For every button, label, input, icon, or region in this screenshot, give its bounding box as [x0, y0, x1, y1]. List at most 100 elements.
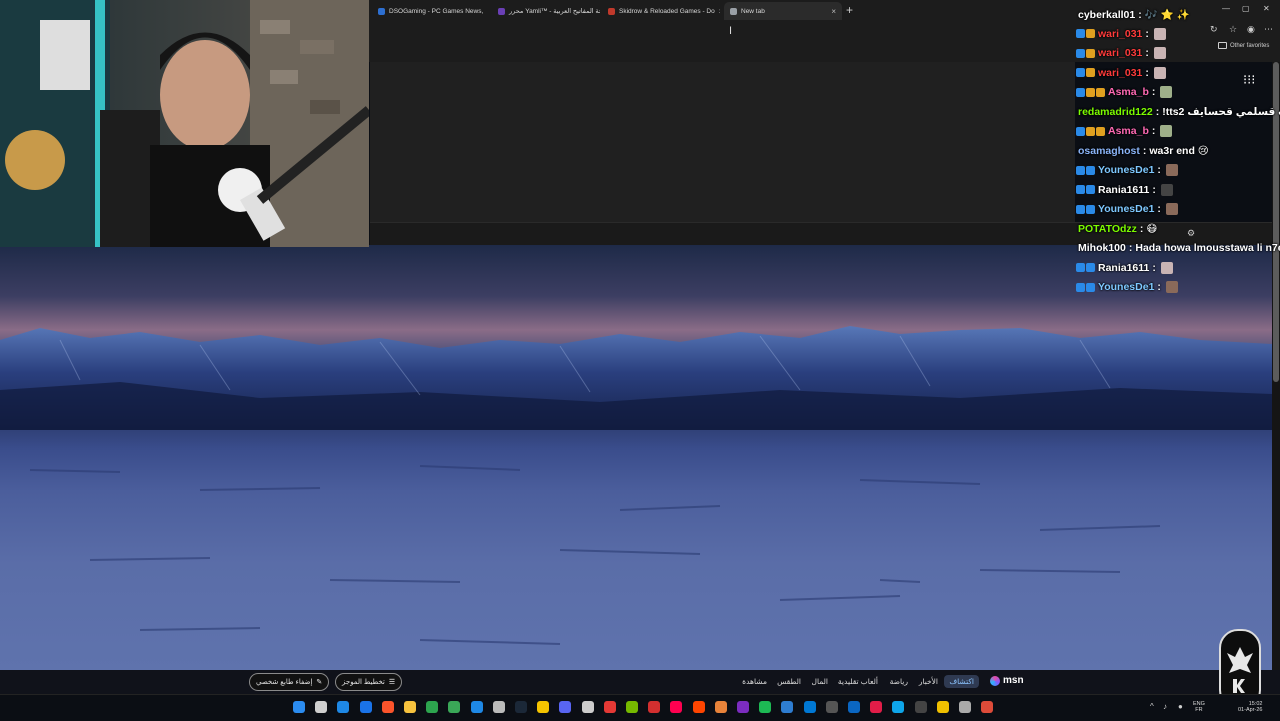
tab-title: DSOGaming - PC Games News, Sc [389, 7, 484, 15]
tab-title: Skidrow & Reloaded Games - Do [619, 7, 715, 15]
taskbar-app-icon[interactable] [470, 701, 483, 713]
taskbar-app-icon[interactable] [981, 701, 994, 713]
msn-category-tab[interactable]: الأخبار [919, 677, 938, 686]
browser-tab[interactable]: New tab × [724, 2, 842, 20]
personalize-label: إضفاء طابع شخصي [256, 679, 313, 686]
taskbar-app-icon[interactable] [914, 701, 927, 713]
taskbar-app-icon[interactable] [825, 701, 838, 713]
chat-username[interactable]: Asma_b [1108, 125, 1149, 137]
chat-message: wari_031: [1076, 47, 1166, 59]
tab-favicon-icon [730, 7, 737, 15]
chat-message: cyberkall01: 🎶 ⭐ ✨ [1076, 8, 1190, 22]
msn-logo[interactable]: msn [990, 675, 1024, 686]
volume-icon[interactable]: ♪ [1163, 702, 1167, 711]
browser-tab[interactable]: Skidrow & Reloaded Games - Do× [602, 2, 720, 20]
frozen-lake [29, 465, 1161, 645]
chat-badge-icon [1086, 282, 1095, 292]
taskbar-app-icon[interactable] [737, 701, 749, 713]
chat-username[interactable]: osamaghost [1078, 145, 1140, 157]
msn-category-tab[interactable]: المال [812, 677, 828, 686]
taskbar-app-icon[interactable] [714, 701, 727, 713]
taskbar-app-icon[interactable] [692, 701, 705, 713]
chat-emote-icon [1160, 125, 1173, 137]
taskbar-app-icon[interactable] [426, 701, 439, 713]
taskbar-app-icon[interactable] [759, 701, 772, 713]
chat-message: wari_031: [1076, 27, 1166, 40]
browser-tab[interactable]: DSOGaming - PC Games News, Sc× [372, 2, 484, 20]
chat-emote-icon [1160, 261, 1173, 274]
tab-favicon-icon [498, 7, 505, 15]
search-icon[interactable] [315, 701, 328, 713]
taskbar-app-icon[interactable] [848, 701, 860, 713]
taskbar-app-icon[interactable] [936, 701, 949, 713]
chat-message: YounesDe1: [1076, 203, 1178, 215]
chat-username[interactable]: POTATOdzz [1078, 223, 1137, 235]
taskbar-app-icon[interactable] [492, 701, 505, 713]
chat-separator: : [1151, 86, 1156, 98]
tab-close-icon[interactable]: × [827, 7, 836, 16]
chat-username[interactable]: redamadrid122 [1078, 106, 1153, 118]
taskbar-app-icon[interactable] [626, 701, 638, 713]
msn-category-tab[interactable]: الطقس [777, 677, 801, 686]
taskbar-app-icon[interactable] [537, 701, 550, 713]
chat-message: YounesDe1: [1076, 164, 1178, 176]
language-indicator[interactable]: ENG FR [1193, 701, 1205, 713]
chat-username[interactable]: wari_031 [1098, 47, 1142, 59]
chat-username[interactable]: wari_031 [1098, 28, 1142, 40]
msn-feed-bar [0, 670, 1280, 694]
chat-badge-icon [1076, 204, 1085, 214]
taskbar-app-icon[interactable] [870, 701, 883, 713]
new-tab-button[interactable]: + [846, 3, 853, 17]
chat-username[interactable]: YounesDe1 [1098, 281, 1154, 293]
system-clock[interactable]: 15:02 01-Apr-26 [1238, 701, 1262, 713]
tab-close-icon[interactable]: × [715, 7, 720, 16]
address-bar[interactable] [370, 22, 1075, 38]
chat-separator: : [1155, 105, 1160, 118]
chat-username[interactable]: Rania1611 [1098, 262, 1149, 274]
taskbar-app-icon[interactable] [337, 701, 350, 713]
taskbar-app-icon[interactable] [892, 701, 905, 713]
chat-username[interactable]: Asma_b [1108, 86, 1149, 98]
chat-badge-icon [1076, 68, 1085, 77]
taskbar-app-icon[interactable] [515, 701, 527, 713]
msn-category-tab[interactable]: اكتشاف [944, 675, 979, 688]
chat-badge-icon [1086, 87, 1095, 97]
taskbar-app-icon[interactable] [559, 701, 572, 713]
chat-username[interactable]: wari_031 [1098, 67, 1142, 79]
msn-category-tab[interactable]: مشاهدة [742, 677, 767, 686]
taskbar-app-icon[interactable] [603, 701, 616, 713]
taskbar-app-icon[interactable] [781, 701, 794, 713]
taskbar-app-icon[interactable] [381, 701, 394, 713]
chat-username[interactable]: Rania1611 [1098, 184, 1149, 196]
chat-username[interactable]: YounesDe1 [1098, 164, 1154, 176]
chat-separator: : [1152, 261, 1156, 274]
taskbar-app-icon[interactable] [404, 701, 416, 713]
mic-icon[interactable]: ● [1178, 702, 1183, 711]
chat-emote-icon [1153, 47, 1166, 59]
chat-badge-icon [1086, 68, 1095, 77]
chat-badge-icon [1076, 87, 1085, 97]
mountain-range [0, 326, 1272, 430]
chat-badge-icon [1086, 204, 1095, 214]
feed-layout-button[interactable]: تخطيط الموجز ☰ [335, 673, 403, 691]
taskbar-app-icon[interactable] [448, 701, 461, 713]
chat-separator: : [1145, 27, 1149, 40]
msn-category-tab[interactable]: رياضة [890, 677, 908, 686]
personalize-button[interactable]: إضفاء طابع شخصي ✎ [249, 673, 330, 691]
taskbar-app-icon[interactable] [648, 701, 661, 713]
start-button-icon[interactable] [293, 701, 305, 713]
chat-username[interactable]: YounesDe1 [1098, 203, 1154, 215]
taskbar-app-icon[interactable] [959, 701, 971, 713]
tray-chevron-icon[interactable]: ^ [1150, 702, 1154, 711]
chat-badge-icon [1076, 48, 1085, 58]
taskbar-app-icon[interactable] [581, 701, 594, 713]
chat-message: Mihok100: Hada howa lmousstawa li n7eb [1076, 242, 1280, 254]
taskbar-app-icon[interactable] [359, 701, 372, 713]
chat-username[interactable]: Mihok100 [1078, 242, 1126, 254]
msn-category-tab[interactable]: ألعاب تقليدية [838, 677, 878, 686]
taskbar-app-icon[interactable] [803, 701, 816, 713]
chat-badge-icon [1076, 29, 1085, 38]
browser-tab[interactable]: محرر Yamli™ - لوحة المفاتيح العربية× [492, 2, 600, 20]
chat-username[interactable]: cyberkall01 [1078, 9, 1135, 21]
taskbar-app-icon[interactable] [670, 701, 683, 713]
